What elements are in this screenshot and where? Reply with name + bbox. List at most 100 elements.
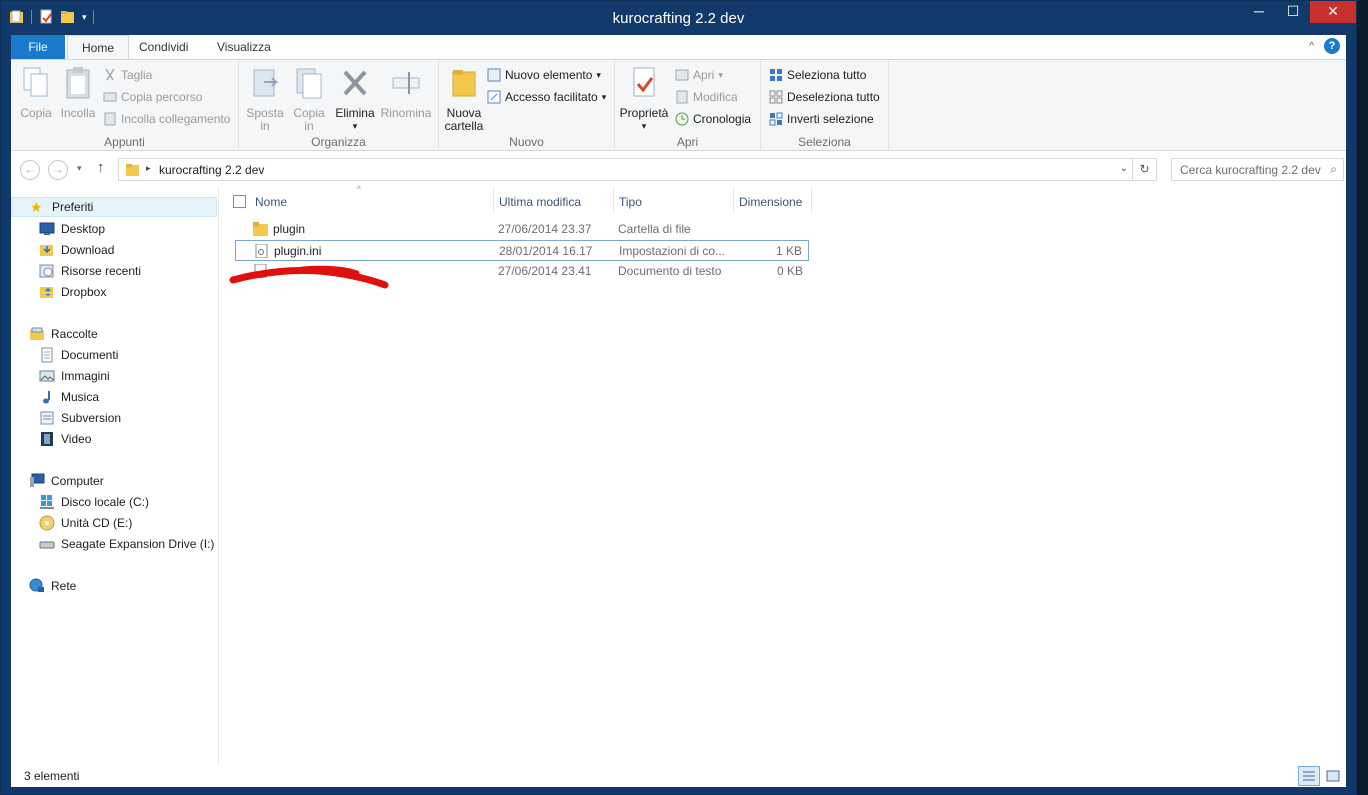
cut-button[interactable]: Taglia (103, 66, 152, 84)
up-button[interactable]: ↑ (97, 159, 105, 176)
search-input[interactable]: Cerca kurocrafting 2.2 dev ⌕ (1171, 158, 1344, 181)
pictures-icon (39, 370, 55, 382)
breadcrumb-path[interactable]: kurocrafting 2.2 dev (159, 163, 264, 177)
tab-view[interactable]: Visualizza (203, 35, 285, 59)
sidebar-item-computer[interactable]: Computer (29, 471, 104, 491)
column-separator[interactable] (811, 187, 812, 213)
tab-share[interactable]: Condividi (125, 35, 202, 59)
history-button[interactable]: Cronologia (675, 110, 751, 128)
paste-button[interactable]: Incolla (59, 66, 97, 120)
properties-icon (633, 67, 655, 97)
history-label: Cronologia (693, 112, 752, 126)
address-dropdown-icon[interactable]: ⌄ (1120, 163, 1128, 174)
recent-locations-chevron-icon[interactable]: ▾ (77, 163, 82, 174)
file-list: ^ Nome Ultima modifica Tipo Dimensione p… (225, 185, 1346, 765)
easy-access-dropdown-icon: ▾ (601, 91, 607, 102)
group-nuovo-label: Nuovo (509, 135, 544, 149)
large-icons-view-icon (1326, 770, 1340, 782)
select-all-checkbox[interactable] (233, 195, 246, 208)
delete-button[interactable]: Elimina ▾ (335, 66, 375, 133)
paste-link-label: Incolla collegamento (121, 112, 231, 126)
sidebar-item-network[interactable]: Rete (29, 576, 76, 596)
window-controls: ─ ☐ ✕ (1242, 1, 1356, 23)
collapse-ribbon-chevron-icon[interactable]: ^ (1309, 41, 1314, 52)
tab-home[interactable]: Home (67, 35, 130, 59)
open-icon (675, 69, 689, 81)
select-none-button[interactable]: Deseleziona tutto (769, 88, 880, 106)
new-folder-button[interactable]: Nuova cartella (443, 66, 485, 133)
paste-shortcut-icon (104, 112, 116, 126)
column-separator[interactable] (733, 187, 734, 213)
clipboard-icon (66, 67, 90, 99)
sidebar-item-cd-drive[interactable]: Unità CD (E:) (39, 513, 132, 533)
new-item-dropdown-icon: ▾ (596, 69, 601, 80)
libraries-icon (30, 327, 44, 340)
sidebar-item-favorites[interactable]: ★ Preferiti (11, 197, 217, 217)
details-view-button[interactable] (1298, 766, 1320, 786)
network-globe-icon (29, 578, 44, 592)
back-button[interactable]: ← (20, 160, 40, 180)
column-header-type[interactable]: Tipo (619, 191, 642, 213)
copy-path-button[interactable]: Copia percorso (103, 88, 202, 106)
close-button[interactable]: ✕ (1310, 1, 1356, 23)
sidebar-item-music[interactable]: Musica (39, 387, 99, 407)
maximize-button[interactable]: ☐ (1276, 1, 1310, 23)
sidebar-item-recent[interactable]: Risorse recenti (39, 261, 141, 281)
edit-button[interactable]: Modifica (675, 88, 738, 106)
folder-icon (126, 164, 139, 176)
invert-selection-label: Inverti selezione (787, 112, 874, 126)
paste-link-button[interactable]: Incolla collegamento (103, 110, 230, 128)
address-box[interactable]: ▸ kurocrafting 2.2 dev ⌄ (118, 158, 1133, 181)
delete-dropdown-icon[interactable]: ▾ (335, 120, 375, 133)
group-organizza: Sposta in Copia in Elimina ▾ Rinomina Or… (239, 60, 439, 152)
sidebar-item-download[interactable]: Download (39, 240, 114, 260)
minimize-button[interactable]: ─ (1242, 1, 1276, 23)
sidebar-label: Immagini (61, 369, 110, 383)
forward-button[interactable]: → (48, 160, 68, 180)
search-icon[interactable]: ⌕ (1330, 162, 1337, 177)
open-button[interactable]: Apri ▾ (675, 66, 723, 84)
sidebar-item-video[interactable]: Video (39, 429, 91, 449)
group-apri: Proprietà ▾ Apri ▾ Modifica Cronologia A… (615, 60, 761, 152)
move-to-button[interactable]: Sposta in (245, 66, 285, 133)
select-all-button[interactable]: Seleziona tutto (769, 66, 866, 84)
ribbon: Copia Incolla Taglia Copia percorso Inco… (11, 59, 1346, 152)
sidebar-item-pictures[interactable]: Immagini (39, 366, 110, 386)
refresh-button[interactable]: ↻ (1133, 158, 1157, 181)
easy-access-button[interactable]: Accesso facilitato ▾ (487, 88, 606, 106)
copy-to-button[interactable]: Copia in (289, 66, 329, 133)
properties-dropdown-icon[interactable]: ▾ (617, 120, 671, 133)
sidebar-label: Musica (61, 390, 100, 404)
column-header-modified[interactable]: Ultima modifica (499, 191, 581, 213)
rename-button[interactable]: Rinomina (379, 66, 433, 120)
sidebar-label: Desktop (61, 222, 106, 236)
large-icons-view-button[interactable] (1322, 766, 1344, 786)
sidebar-label: Raccolte (51, 327, 98, 341)
column-header-size[interactable]: Dimensione (739, 191, 802, 213)
sidebar-item-drive-c[interactable]: Disco locale (C:) (39, 492, 149, 512)
rename-label: Rinomina (380, 106, 432, 120)
group-apri-label: Apri (676, 135, 699, 149)
file-type: Documento di testo (618, 264, 722, 278)
sidebar-item-libraries[interactable]: Raccolte (29, 324, 98, 344)
edit-icon (676, 90, 688, 104)
invert-selection-button[interactable]: Inverti selezione (769, 110, 874, 128)
column-separator[interactable] (493, 187, 494, 213)
sidebar-item-documents[interactable]: Documenti (39, 345, 118, 365)
tab-file[interactable]: File (11, 35, 65, 59)
file-modified: 27/06/2014 23.41 (498, 264, 592, 278)
new-item-button[interactable]: Nuovo elemento ▾ (487, 66, 601, 84)
sidebar-item-dropbox[interactable]: Dropbox (39, 282, 106, 302)
column-header-name[interactable]: Nome (255, 191, 287, 213)
sidebar-item-subversion[interactable]: Subversion (39, 408, 121, 428)
breadcrumb-chevron-icon[interactable]: ▸ (146, 163, 151, 174)
table-row[interactable]: plugin.ini 28/01/2014 16.17 Impostazioni… (235, 240, 809, 261)
sidebar-item-desktop[interactable]: Desktop (39, 219, 105, 239)
properties-button[interactable]: Proprietà ▾ (617, 66, 671, 133)
sidebar-item-external-drive[interactable]: Seagate Expansion Drive (I:) (39, 534, 214, 554)
table-row[interactable]: plugin 27/06/2014 23.37 Cartella di file (235, 219, 809, 240)
open-dropdown-icon: ▾ (718, 69, 723, 80)
copy-button[interactable]: Copia (17, 66, 55, 120)
help-icon[interactable]: ? (1324, 38, 1340, 54)
column-separator[interactable] (613, 187, 614, 213)
